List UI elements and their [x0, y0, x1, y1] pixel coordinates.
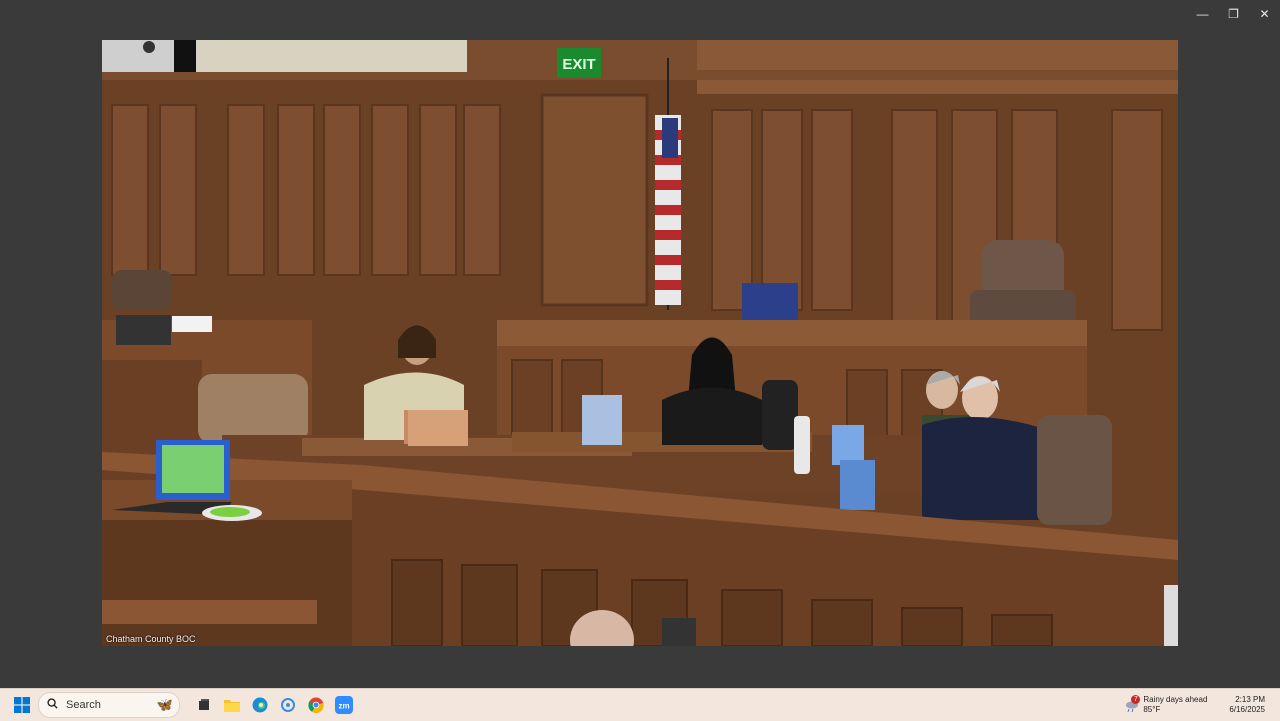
chrome-icon[interactable]: [302, 691, 330, 719]
weather-widget[interactable]: 7 Rainy days ahead 85°F: [1125, 695, 1207, 715]
weather-temp: 85°F: [1143, 705, 1161, 714]
clock-date: 6/16/2025: [1229, 705, 1265, 714]
edge-icon[interactable]: [246, 691, 274, 719]
exit-sign: EXIT: [562, 56, 595, 73]
file-explorer-icon[interactable]: [218, 691, 246, 719]
clock[interactable]: 2:13 PM 6/16/2025: [1229, 695, 1265, 715]
butterfly-icon: 🦋: [156, 697, 173, 712]
taskbar: 🦋 zm 7 Rainy days ahead 85°F: [0, 688, 1280, 721]
clock-time: 2:13 PM: [1235, 695, 1265, 704]
taskbar-search[interactable]: 🦋: [38, 692, 180, 718]
search-input[interactable]: [66, 699, 146, 711]
task-view-icon[interactable]: [190, 691, 218, 719]
system-tray: 7 Rainy days ahead 85°F 2:13 PM 6/16/202…: [1125, 689, 1280, 721]
zoom-icon[interactable]: zm: [330, 691, 358, 719]
minimize-button[interactable]: —: [1187, 0, 1218, 28]
close-button[interactable]: ✕: [1249, 0, 1280, 28]
window-controls: — ❐ ✕: [1187, 0, 1280, 28]
video-participant-label: Chatham County BOC: [106, 634, 196, 644]
windows-start-icon[interactable]: [8, 691, 36, 719]
rain-cloud-icon: 7: [1125, 695, 1141, 713]
weather-title: Rainy days ahead: [1143, 695, 1208, 704]
svg-text:zm: zm: [338, 702, 349, 711]
video-feed[interactable]: EXIT Chatham County BOC: [102, 40, 1178, 646]
snipping-tool-icon[interactable]: [274, 691, 302, 719]
restore-button[interactable]: ❐: [1218, 0, 1249, 28]
meeting-room-scene: EXIT: [102, 40, 1178, 646]
search-icon: [47, 698, 58, 712]
